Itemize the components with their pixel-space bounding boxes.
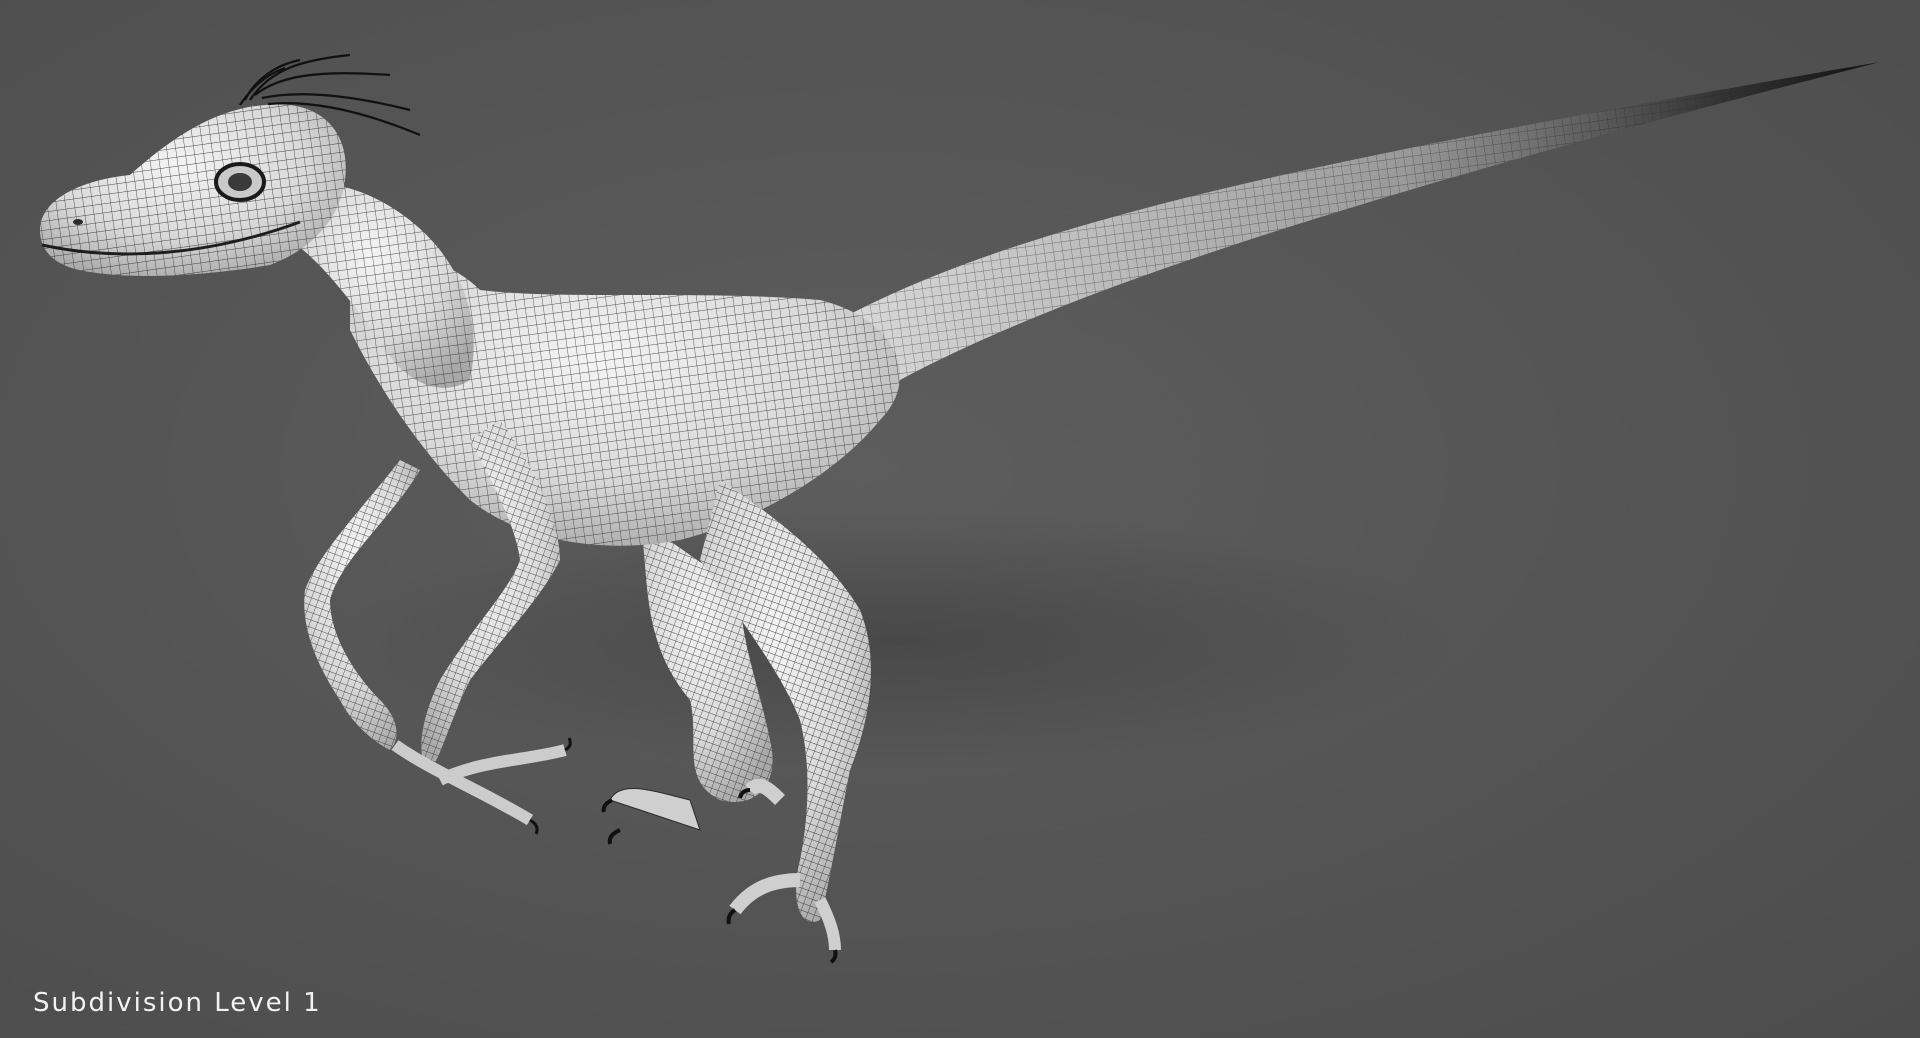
raptor-model bbox=[40, 53, 1880, 964]
head bbox=[40, 104, 346, 276]
subdivision-caption: Subdivision Level 1 bbox=[33, 988, 322, 1018]
tail bbox=[820, 62, 1880, 380]
nostril bbox=[73, 219, 83, 225]
ground-shadow bbox=[340, 510, 1460, 770]
render-viewport: Subdivision Level 1 bbox=[0, 0, 1920, 1038]
